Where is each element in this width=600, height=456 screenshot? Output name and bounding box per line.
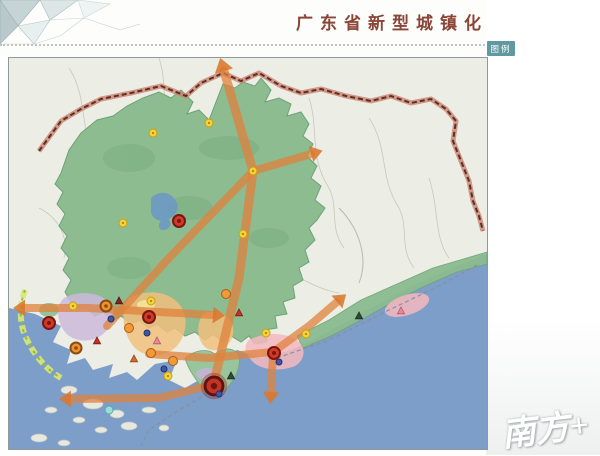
marker-ring-orange — [74, 346, 78, 350]
marker-yellow — [150, 300, 152, 302]
marker-yellow — [208, 122, 210, 124]
marker-tri-orange — [130, 355, 137, 362]
marker-yellow — [72, 305, 74, 307]
marker-blue — [108, 316, 114, 322]
map-image — [8, 57, 488, 450]
marker-orange — [169, 357, 178, 366]
marker-orange — [222, 290, 231, 299]
marker-ring-orange — [104, 304, 108, 308]
marker-ring-red — [47, 321, 51, 325]
marker-teal — [105, 406, 113, 414]
marker-ring-red — [177, 219, 181, 223]
marker-yellow — [152, 132, 154, 134]
marker-yellow — [252, 170, 254, 172]
legend-tab: 图例 — [487, 41, 515, 56]
marker-yellow — [122, 222, 124, 224]
marker-yellow — [305, 333, 307, 335]
legend-panel: 深莞惠+河源、汕尾 大都市区空间发展规划图 区域绿地转型提质发展地区产城融合发展… — [486, 0, 600, 455]
marker-orange — [125, 324, 134, 333]
watermark-nanfang-plus: 南方+ — [498, 397, 591, 456]
marker-orange — [147, 349, 156, 358]
marker-ring-red — [147, 315, 151, 319]
marker-blue — [216, 391, 222, 397]
marker-ring-red-lg — [211, 383, 217, 389]
marker-blue — [276, 359, 282, 365]
marker-ring-red — [272, 351, 276, 355]
marker-yellow — [167, 375, 169, 377]
marker-yellow — [265, 332, 267, 334]
marker-blue — [144, 330, 150, 336]
map-canvas — [9, 58, 487, 449]
marker-yellow — [242, 233, 244, 235]
marker-blue — [161, 366, 167, 372]
